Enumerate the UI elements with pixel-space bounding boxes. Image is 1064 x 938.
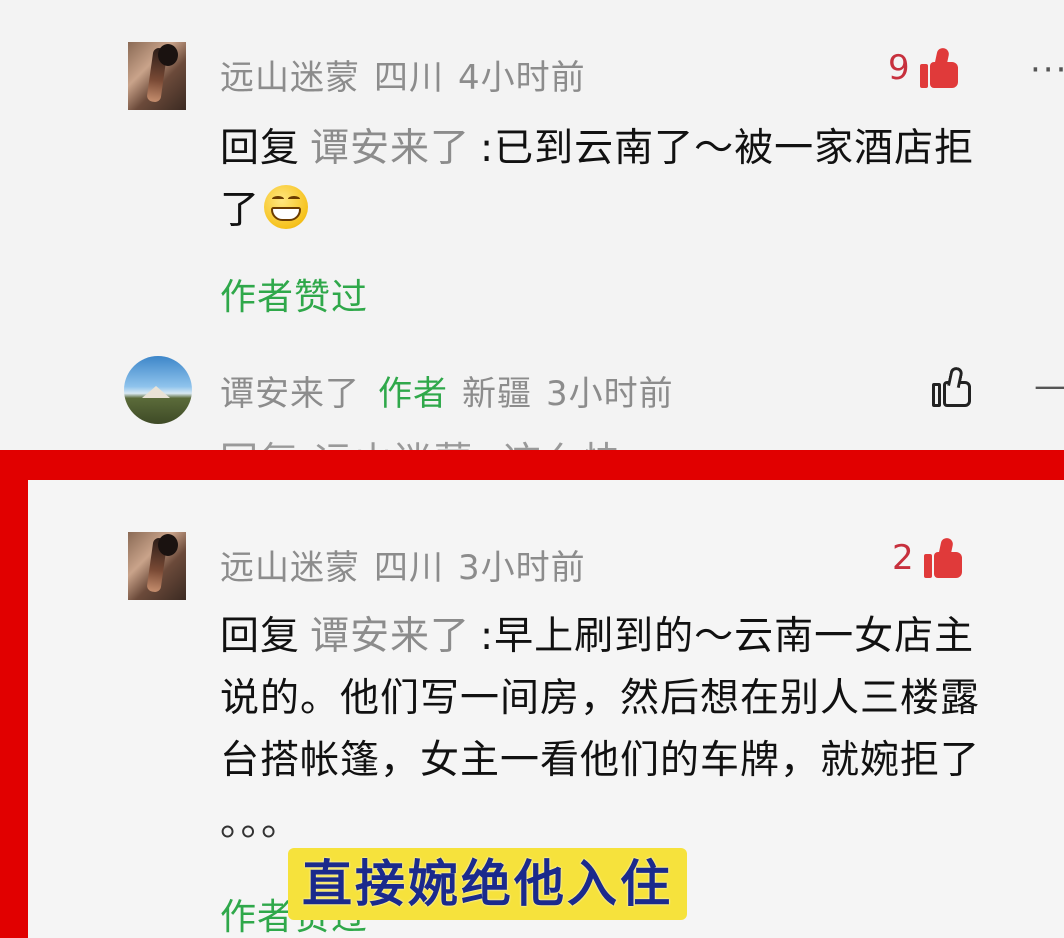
comment-thread: 远山迷蒙四川4小时前 9 ··· 回复谭安来了:已到云南了～被一家酒店拒 了 作… [0, 0, 1064, 938]
comment-text-line: 说的。他们写一间房，然后想在别人三楼露 [220, 676, 981, 721]
comment-meta: 谭安来了 作者 新疆 3小时前 [220, 366, 674, 415]
region: 四川 [374, 58, 444, 98]
thumbs-up-outline-icon [932, 365, 974, 408]
like-button[interactable] [932, 365, 974, 408]
comment-meta: 远山迷蒙 四川 3小时前 [220, 540, 586, 589]
comment-text-line: :早上刷到的～云南一女店主 [480, 614, 975, 659]
more-options-icon[interactable]: — [1034, 366, 1064, 406]
video-caption: 直接婉绝他入住 [288, 848, 687, 920]
author-liked-label: 作者赞过 [220, 277, 369, 318]
thumbs-up-filled-icon [919, 46, 960, 88]
user-avatar[interactable] [128, 532, 186, 600]
like-count: 9 [888, 48, 910, 88]
timestamp: 4小时前 [458, 58, 586, 98]
user-avatar[interactable] [124, 356, 192, 424]
comment-meta: 远山迷蒙 四川 4小时前 [220, 50, 586, 99]
comment-text-line: :已到云南了～被一家酒店拒 [480, 126, 975, 171]
comment-text-line: 。。。 [220, 800, 302, 845]
like-button[interactable]: 9 [888, 46, 960, 88]
thumbs-up-filled-icon [923, 536, 964, 578]
region: 四川 [374, 548, 444, 588]
like-count: 2 [892, 538, 914, 578]
reply-target[interactable]: 谭安来了 [310, 614, 470, 659]
reply-prefix: 回复 [220, 614, 301, 659]
timestamp: 3小时前 [458, 548, 586, 588]
like-button[interactable]: 2 [892, 536, 964, 578]
comment-body: 回复 谭安来了:已到云南了～被一家酒店拒 了 [220, 118, 1050, 242]
reply-prefix: 回复 [220, 126, 301, 171]
reply-target[interactable]: 谭安来了 [310, 126, 470, 171]
comment-text-line: 台搭帐篷，女主一看他们的车牌，就婉拒了 [220, 738, 981, 783]
author-badge: 作者 [378, 374, 448, 414]
timestamp: 3小时前 [546, 374, 674, 414]
grin-emoji-icon [264, 185, 309, 229]
user-avatar[interactable] [128, 42, 186, 110]
comment-text-line: 了 [220, 188, 261, 233]
username[interactable]: 谭安来了 [220, 374, 360, 414]
username[interactable]: 远山迷蒙 [220, 58, 360, 98]
more-options-icon[interactable]: ··· [1030, 50, 1064, 90]
username[interactable]: 远山迷蒙 [220, 548, 360, 588]
region: 新疆 [462, 374, 532, 414]
comment-body-partial: 回复 远山迷蒙 :这么快 [220, 430, 623, 452]
comment-body: 回复 谭安来了:早上刷到的～云南一女店主 说的。他们写一间房，然后想在别人三楼露 … [220, 606, 1060, 854]
